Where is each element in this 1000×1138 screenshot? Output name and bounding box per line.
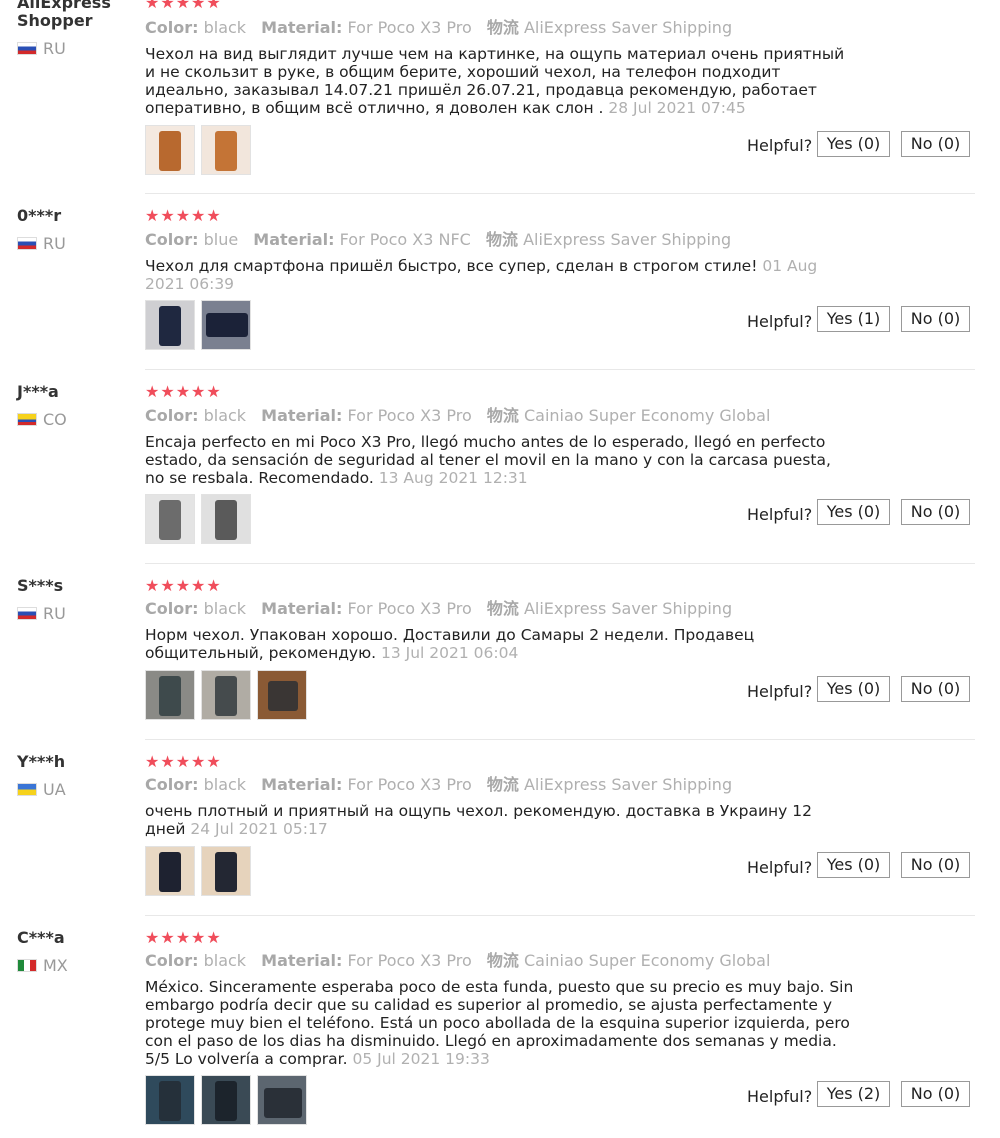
review-text: Чехол на вид выглядит лучше чем на карти… [145, 45, 845, 117]
helpful-yes-button[interactable]: Yes (0) [817, 131, 890, 157]
reviewer-country: RU [17, 40, 66, 58]
sku-info: Color: black Material: For Poco X3 Pro 物… [145, 775, 733, 794]
divider [145, 193, 975, 194]
reviewer-name[interactable]: Y***h [17, 753, 127, 771]
review-photo[interactable] [257, 1075, 307, 1125]
sku-info: Color: black Material: For Poco X3 Pro 物… [145, 18, 733, 37]
divider [145, 739, 975, 740]
review-photo[interactable] [145, 1075, 195, 1125]
review-photos [145, 125, 257, 175]
review-photo[interactable] [145, 300, 195, 350]
review-text: México. Sinceramente esperaba poco de es… [145, 978, 854, 1068]
review-text: Норм чехол. Упакован хорошо. Доставили д… [145, 626, 755, 662]
rating-stars: ★★★★★ [145, 576, 222, 595]
review-photo[interactable] [145, 846, 195, 896]
flag-co-icon [17, 413, 37, 426]
divider [145, 563, 975, 564]
review-date: 13 Aug 2021 12:31 [378, 469, 528, 487]
reviewer-name[interactable]: AliExpress Shopper [17, 0, 127, 30]
rating-stars: ★★★★★ [145, 0, 222, 12]
divider [145, 915, 975, 916]
flag-ru-icon [17, 237, 37, 250]
review-text: Encaja perfecto en mi Poco X3 Pro, llegó… [145, 433, 831, 487]
flag-mx-icon [17, 959, 37, 972]
review-date: 24 Jul 2021 05:17 [190, 820, 328, 838]
review-photos [145, 494, 257, 544]
helpful-label: Helpful? [747, 312, 813, 331]
reviewer-country: MX [17, 957, 68, 975]
review-photo[interactable] [201, 300, 251, 350]
review-photo[interactable] [145, 125, 195, 175]
helpful-no-button[interactable]: No (0) [901, 306, 970, 332]
reviewer-name[interactable]: 0***r [17, 207, 127, 225]
helpful-no-button[interactable]: No (0) [901, 852, 970, 878]
rating-stars: ★★★★★ [145, 206, 222, 225]
helpful-yes-button[interactable]: Yes (2) [817, 1081, 890, 1107]
sku-info: Color: black Material: For Poco X3 Pro 物… [145, 406, 771, 425]
helpful-label: Helpful? [747, 858, 813, 877]
reviewer-country: RU [17, 605, 66, 623]
divider [145, 369, 975, 370]
helpful-label: Helpful? [747, 1087, 813, 1106]
reviewer-country: UA [17, 781, 66, 799]
flag-ru-icon [17, 607, 37, 620]
flag-ru-icon [17, 42, 37, 55]
flag-ua-icon [17, 783, 37, 796]
review-date: 28 Jul 2021 07:45 [608, 99, 746, 117]
reviewer-country: RU [17, 235, 66, 253]
sku-info: Color: black Material: For Poco X3 Pro 物… [145, 951, 771, 970]
rating-stars: ★★★★★ [145, 752, 222, 771]
helpful-no-button[interactable]: No (0) [901, 131, 970, 157]
sku-info: Color: black Material: For Poco X3 Pro 物… [145, 599, 733, 618]
helpful-label: Helpful? [747, 682, 813, 701]
review-photos [145, 670, 313, 720]
review-text: Чехол для смартфона пришёл быстро, все с… [145, 257, 818, 293]
review-text: очень плотный и приятный на ощупь чехол.… [145, 802, 812, 838]
review-photo[interactable] [201, 494, 251, 544]
review-photo[interactable] [201, 670, 251, 720]
rating-stars: ★★★★★ [145, 382, 222, 401]
rating-stars: ★★★★★ [145, 928, 222, 947]
review-photos [145, 1075, 313, 1125]
helpful-yes-button[interactable]: Yes (0) [817, 499, 890, 525]
helpful-label: Helpful? [747, 505, 813, 524]
review-date: 05 Jul 2021 19:33 [352, 1050, 490, 1068]
reviewer-name[interactable]: S***s [17, 577, 127, 595]
sku-info: Color: blue Material: For Poco X3 NFC 物流… [145, 230, 732, 249]
review-photos [145, 846, 257, 896]
reviewer-name[interactable]: J***a [17, 383, 127, 401]
helpful-yes-button[interactable]: Yes (0) [817, 676, 890, 702]
helpful-no-button[interactable]: No (0) [901, 676, 970, 702]
reviewer-name[interactable]: C***a [17, 929, 127, 947]
review-photo[interactable] [145, 670, 195, 720]
review-photo[interactable] [145, 494, 195, 544]
review-photo[interactable] [201, 1075, 251, 1125]
review-photo[interactable] [257, 670, 307, 720]
reviewer-country: CO [17, 411, 67, 429]
review-photo[interactable] [201, 846, 251, 896]
helpful-no-button[interactable]: No (0) [901, 499, 970, 525]
review-photos [145, 300, 257, 350]
helpful-no-button[interactable]: No (0) [901, 1081, 970, 1107]
review-date: 13 Jul 2021 06:04 [381, 644, 519, 662]
review-photo[interactable] [201, 125, 251, 175]
helpful-yes-button[interactable]: Yes (1) [817, 306, 890, 332]
helpful-label: Helpful? [747, 136, 813, 155]
helpful-yes-button[interactable]: Yes (0) [817, 852, 890, 878]
